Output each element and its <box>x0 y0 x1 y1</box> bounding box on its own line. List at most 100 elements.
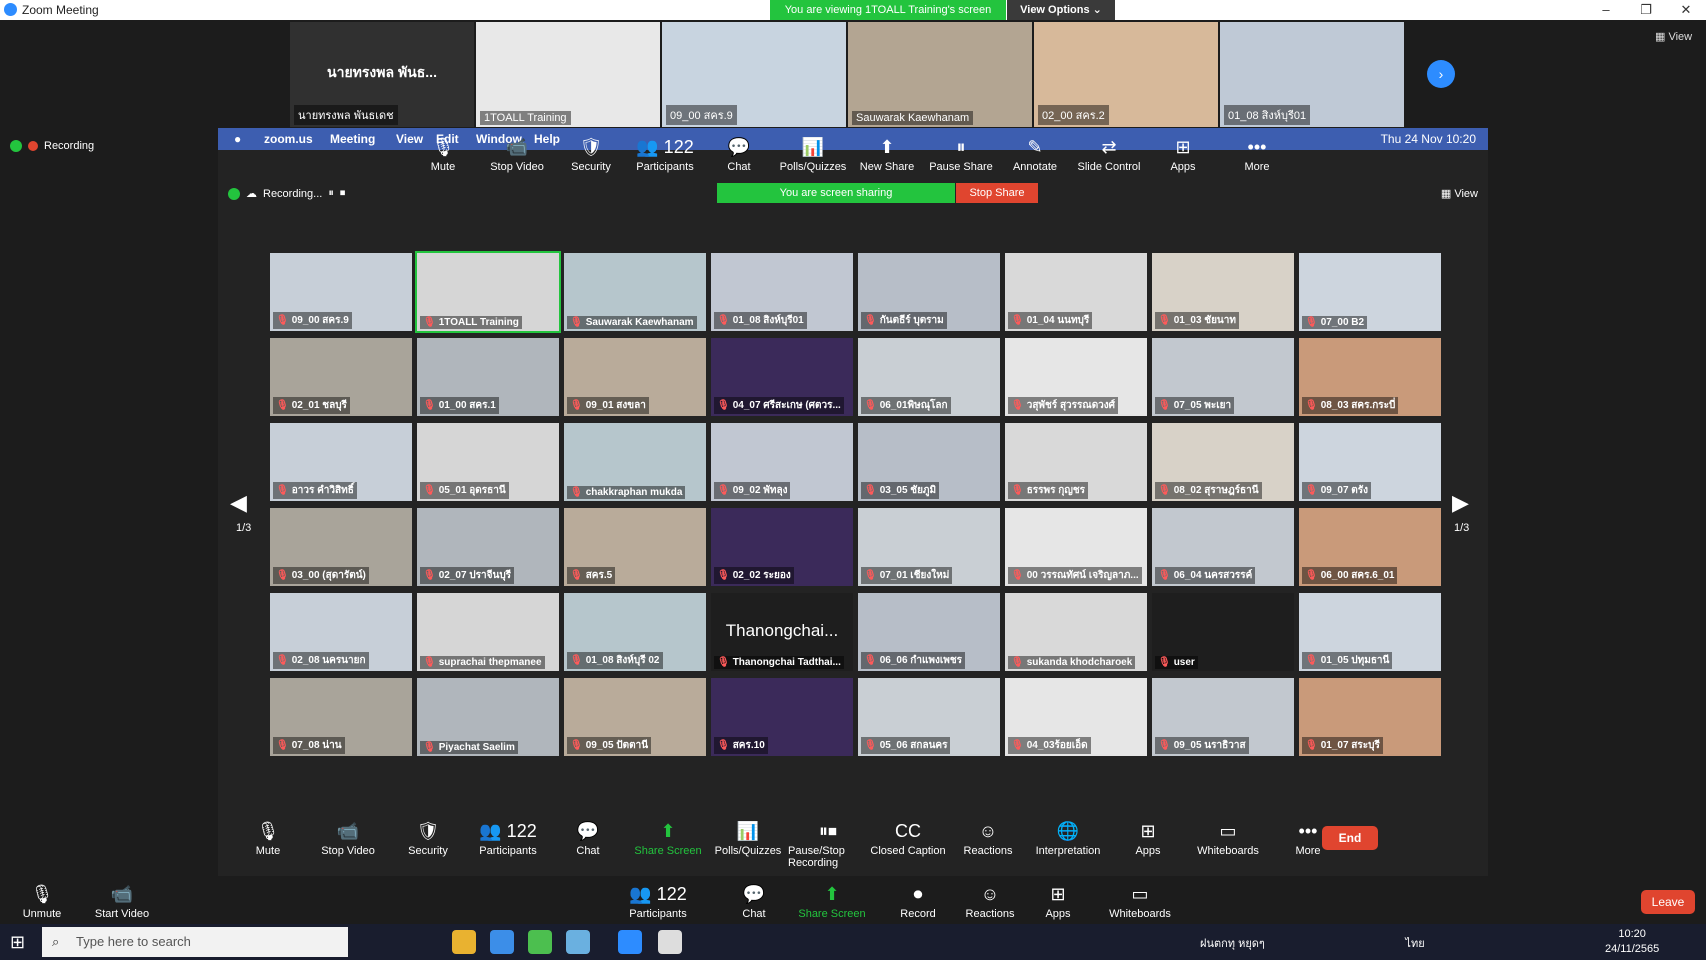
outer-view-button[interactable]: ▦ View <box>1655 30 1692 43</box>
participant-tile[interactable]: 🎙 04_03ร้อยเอ็ด <box>1005 678 1147 756</box>
participant-tile[interactable]: 🎙 วสุพัชร์ สุวรรณดวงศ์ <box>1005 338 1147 416</box>
outer-toolbar-chat-button[interactable]: 💬 Chat <box>712 880 796 920</box>
share-toolbar-mute-button[interactable]: 🎙 Mute <box>406 133 480 187</box>
participant-tile[interactable]: 🎙 Sauwarak Kaewhanam <box>564 253 706 331</box>
next-page-arrow-icon[interactable]: ▶ <box>1452 490 1469 516</box>
meeting-toolbar-participants-button[interactable]: 👥 122 Participants <box>468 817 548 869</box>
outer-toolbar-start-video-button[interactable]: 📹 Start Video <box>80 880 164 920</box>
share-toolbar-new-share-button[interactable]: ⬆ New Share <box>850 133 924 187</box>
meeting-toolbar-share-screen-button[interactable]: ⬆ Share Screen <box>628 817 708 869</box>
participant-tile[interactable]: 🎙 01_08 สิงห์บุรี01 <box>711 253 853 331</box>
share-toolbar-security-button[interactable]: 🛡 Security <box>554 133 628 187</box>
participant-tile[interactable]: 🎙 01_05 ปทุมธานี <box>1299 593 1441 671</box>
taskbar-search[interactable]: ⌕ Type here to search <box>42 927 348 957</box>
participant-tile[interactable]: 🎙 09_07 ตรัง <box>1299 423 1441 501</box>
prev-page-arrow-icon[interactable]: ◀ <box>230 490 247 516</box>
outer-toolbar-whiteboards-button[interactable]: ▭ Whiteboards <box>1098 880 1182 920</box>
outer-toolbar-participants-button[interactable]: 👥 122 Participants <box>616 880 700 920</box>
meeting-toolbar-chat-button[interactable]: 💬 Chat <box>548 817 628 869</box>
participant-tile[interactable]: 🎙 04_07 ศรีสะเกษ (ศตวร... <box>711 338 853 416</box>
share-toolbar-polls-quizzes-button[interactable]: 📊 Polls/Quizzes <box>776 133 850 187</box>
participant-tile[interactable]: 🎙 02_08 นครนายก <box>270 593 412 671</box>
meeting-toolbar-whiteboards-button[interactable]: ▭ Whiteboards <box>1188 817 1268 869</box>
weather-tray[interactable]: ฝนตกทุ หยุดๆ ไทย <box>1200 934 1425 952</box>
participant-tile[interactable]: 🎙 07_01 เชียงใหม่ <box>858 508 1000 586</box>
meeting-toolbar-polls-quizzes-button[interactable]: 📊 Polls/Quizzes <box>708 817 788 869</box>
participant-tile[interactable]: 🎙 03_05 ชัยภูมิ <box>858 423 1000 501</box>
app2-icon[interactable] <box>658 930 682 954</box>
strip-tile[interactable]: นายทรงพล พันธ... นายทรงพล พันธเดช <box>290 22 474 127</box>
participant-tile[interactable]: 🎙 06_06 กำแพงเพชร <box>858 593 1000 671</box>
share-toolbar-more-button[interactable]: ••• More <box>1220 133 1294 187</box>
participant-tile[interactable]: 🎙 08_03 สคร.กระบี่ <box>1299 338 1441 416</box>
meeting-toolbar-mute-button[interactable]: 🎙 Mute <box>228 817 308 869</box>
participant-tile[interactable]: 🎙 01_00 สคร.1 <box>417 338 559 416</box>
participant-tile[interactable]: 🎙 1TOALL Training <box>415 251 561 333</box>
strip-tile[interactable]: 09_00 สคร.9 <box>662 22 846 127</box>
participant-tile[interactable]: 🎙 สคร.5 <box>564 508 706 586</box>
meeting-toolbar-pause-stop-recording-button[interactable]: ⏸⏹ Pause/Stop Recording <box>788 817 868 869</box>
participant-tile[interactable]: 🎙 06_04 นครสวรรค์ <box>1152 508 1294 586</box>
stop-icon[interactable]: ⏹ <box>340 187 346 200</box>
participant-tile[interactable]: 🎙 02_07 ปราจีนบุรี <box>417 508 559 586</box>
participant-tile[interactable]: 🎙 05_06 สกลนคร <box>858 678 1000 756</box>
participant-tile[interactable]: 🎙 07_00 B2 <box>1299 253 1441 331</box>
strip-tile[interactable]: 02_00 สคร.2 <box>1034 22 1218 127</box>
participant-tile[interactable]: 🎙 05_01 อุดรธานี <box>417 423 559 501</box>
participant-tile[interactable]: 🎙 06_00 สคร.6_01 <box>1299 508 1441 586</box>
strip-tile[interactable]: Sauwarak Kaewhanam <box>848 22 1032 127</box>
participant-tile[interactable]: 🎙 01_08 สิงห์บุรี 02 <box>564 593 706 671</box>
share-toolbar-stop-video-button[interactable]: 📹 Stop Video <box>480 133 554 187</box>
participant-tile[interactable]: 🎙 09_05 ปัตตานี <box>564 678 706 756</box>
participant-tile[interactable]: 🎙 01_04 นนทบุรี <box>1005 253 1147 331</box>
meeting-toolbar-apps-button[interactable]: ⊞ Apps <box>1108 817 1188 869</box>
participant-tile[interactable]: 🎙 chakkraphan mukda <box>564 423 706 501</box>
meeting-toolbar-stop-video-button[interactable]: 📹 Stop Video <box>308 817 388 869</box>
participant-tile[interactable]: 🎙 08_02 สุราษฎร์ธานี <box>1152 423 1294 501</box>
participant-tile[interactable]: 🎙 09_02 พัทลุง <box>711 423 853 501</box>
participant-tile[interactable]: 🎙 02_02 ระยอง <box>711 508 853 586</box>
participant-tile[interactable]: 🎙 09_00 สคร.9 <box>270 253 412 331</box>
participant-tile[interactable]: Thanongchai... 🎙 Thanongchai Tadthai... <box>711 593 853 671</box>
leave-button[interactable]: Leave <box>1641 890 1695 914</box>
meeting-toolbar-security-button[interactable]: 🛡 Security <box>388 817 468 869</box>
participant-tile[interactable]: 🎙 01_07 สระบุรี <box>1299 678 1441 756</box>
view-options-button[interactable]: View Options ⌄ <box>1007 0 1115 20</box>
taskbar-clock[interactable]: 10:20 24/11/2565 <box>1605 927 1659 957</box>
participant-tile[interactable]: 🎙 สคร.10 <box>711 678 853 756</box>
outer-toolbar-unmute-button[interactable]: 🎙 Unmute <box>0 880 84 920</box>
maximize-button[interactable]: ❐ <box>1626 0 1666 20</box>
pause-icon[interactable]: ⏸ <box>328 187 334 200</box>
meeting-toolbar-reactions-button[interactable]: ☺ Reactions <box>948 817 1028 869</box>
menu-meeting[interactable]: Meeting <box>330 132 375 146</box>
participant-tile[interactable]: 🎙 03_00 (สุดารัตน์) <box>270 508 412 586</box>
share-toolbar-slide-control-button[interactable]: ⇄ Slide Control <box>1072 133 1146 187</box>
participant-tile[interactable]: 🎙 07_05 พะเยา <box>1152 338 1294 416</box>
share-toolbar-participants-button[interactable]: 👥 122 Participants <box>628 133 702 187</box>
windows-start-icon[interactable]: ⊞ <box>10 932 25 953</box>
participant-tile[interactable]: 🎙 ธรรพร กุญชร <box>1005 423 1147 501</box>
app-icon[interactable] <box>566 930 590 954</box>
outer-toolbar-apps-button[interactable]: ⊞ Apps <box>1016 880 1100 920</box>
share-toolbar-apps-button[interactable]: ⊞ Apps <box>1146 133 1220 187</box>
minimize-button[interactable]: – <box>1586 0 1626 20</box>
menu-app[interactable]: zoom.us <box>264 132 313 146</box>
chrome-icon[interactable] <box>490 930 514 954</box>
strip-tile[interactable]: 01_08 สิงห์บุรี01 <box>1220 22 1404 127</box>
strip-tile[interactable]: 1TOALL Training <box>476 22 660 127</box>
meeting-toolbar-interpretation-button[interactable]: 🌐 Interpretation <box>1028 817 1108 869</box>
language-indicator[interactable]: ไทย <box>1405 938 1424 950</box>
participant-tile[interactable]: 🎙 02_01 ชลบุรี <box>270 338 412 416</box>
participant-tile[interactable]: 🎙 09_05 นราธิวาส <box>1152 678 1294 756</box>
inner-view-button[interactable]: ▦ View <box>1441 187 1478 200</box>
participant-tile[interactable]: 🎙 กันตธีร์ บุตราม <box>858 253 1000 331</box>
participant-tile[interactable]: 🎙 07_08 น่าน <box>270 678 412 756</box>
share-toolbar-chat-button[interactable]: 💬 Chat <box>702 133 776 187</box>
participant-tile[interactable]: 🎙 อาวร คำวิสิทธิ์ <box>270 423 412 501</box>
share-toolbar-pause-share-button[interactable]: ⏸ Pause Share <box>924 133 998 187</box>
participant-tile[interactable]: 🎙 Piyachat Saelim <box>417 678 559 756</box>
meeting-toolbar-closed-caption-button[interactable]: CC Closed Caption <box>868 817 948 869</box>
file-explorer-icon[interactable] <box>452 930 476 954</box>
line-icon[interactable] <box>528 930 552 954</box>
zoom-taskbar-icon[interactable] <box>618 930 642 954</box>
